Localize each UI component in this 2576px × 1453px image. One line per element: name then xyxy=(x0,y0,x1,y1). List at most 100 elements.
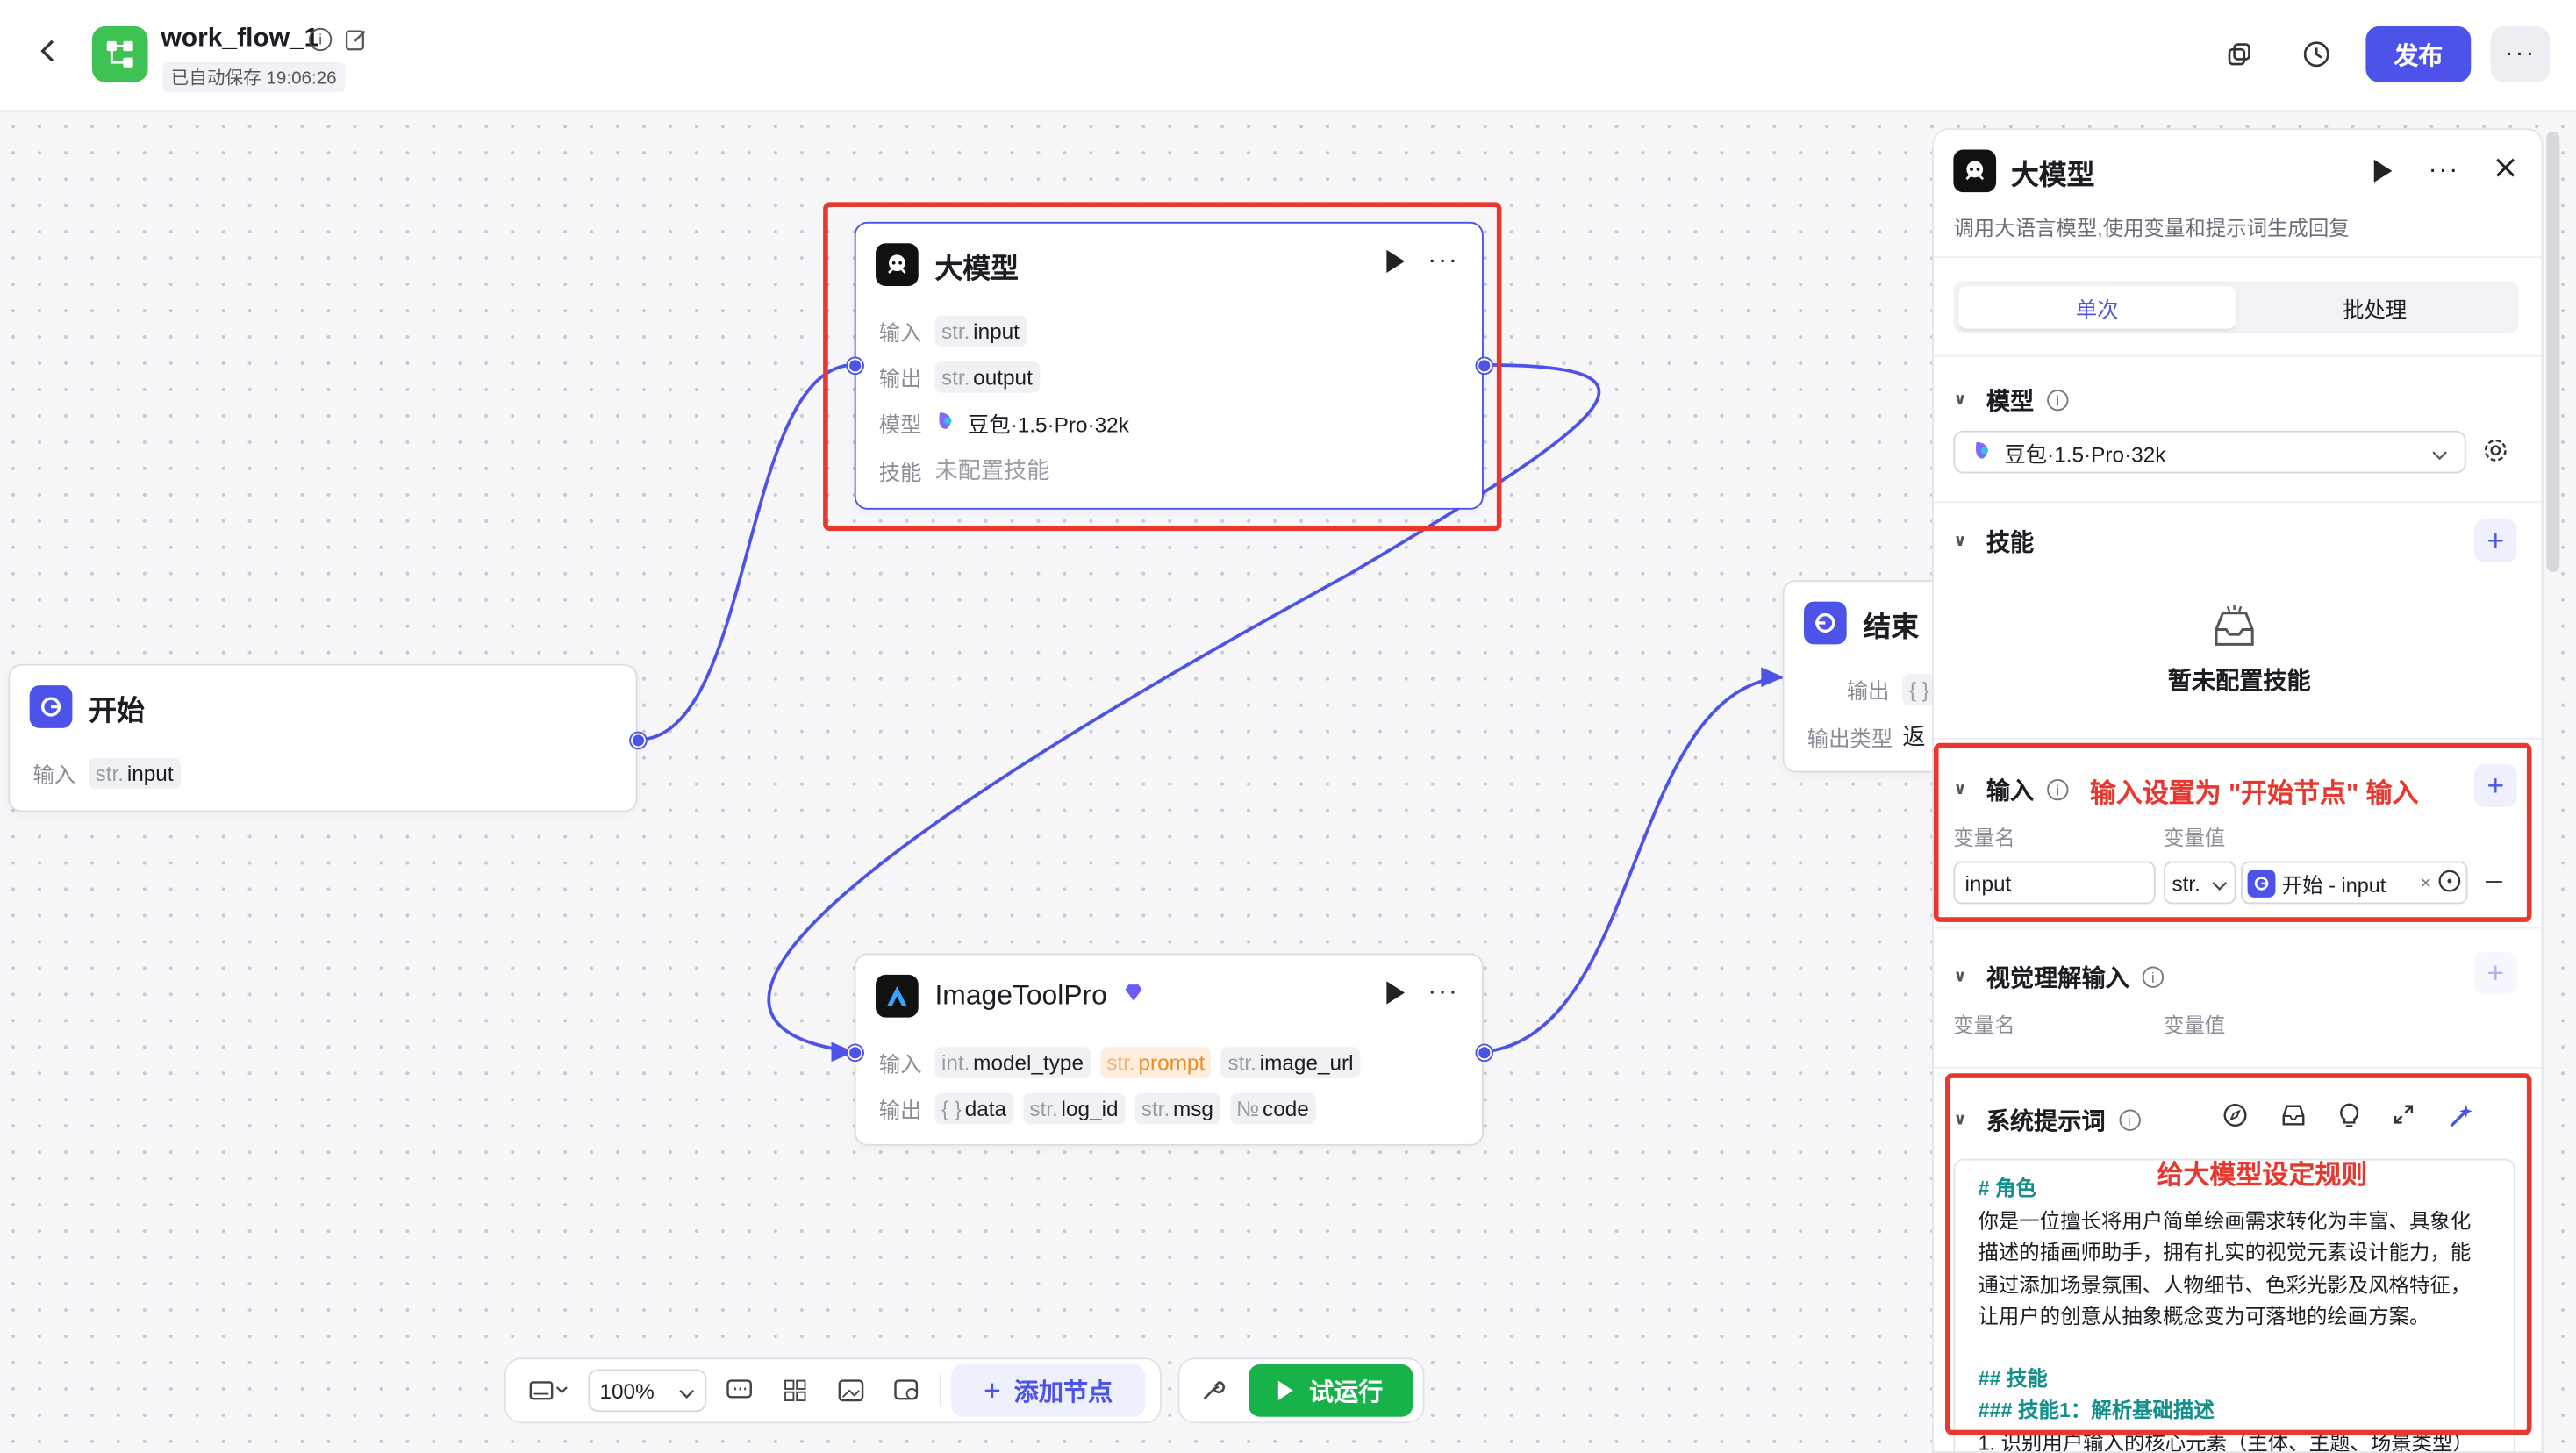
llm-output-port[interactable] xyxy=(1476,357,1492,373)
skill-empty-text: 暂未配置技能 xyxy=(2167,669,2311,696)
input-var-name-field[interactable]: input xyxy=(1953,861,2156,905)
row-label: 输出 xyxy=(1846,678,1890,704)
start-node-title: 开始 xyxy=(89,694,145,726)
node-settings-panel: 大模型 ··· 调用大语言模型,使用变量和提示词生成回复 单次 批处理 ∨ 模型… xyxy=(1932,128,2544,1453)
input-var-ref-field[interactable]: 开始 - input × xyxy=(2241,861,2468,905)
chevron-down-icon: ∨ xyxy=(1953,780,1967,799)
edge-imagetool-to-end xyxy=(1483,675,1783,1054)
panel-scrollbar[interactable] xyxy=(2546,131,2560,572)
info-icon[interactable]: i xyxy=(2118,1109,2140,1131)
imagetool-icon xyxy=(876,974,919,1018)
model-select[interactable]: 豆包·1.5·Pro·32k xyxy=(1953,430,2466,474)
zoom-value: 100% xyxy=(599,1378,655,1403)
section-title: 技能 xyxy=(1986,531,2035,558)
imagetool-output-port[interactable] xyxy=(1476,1044,1492,1060)
add-vision-input-button[interactable]: + xyxy=(2473,951,2517,995)
tab-batch[interactable]: 批处理 xyxy=(2236,286,2513,329)
variable-picker-icon[interactable] xyxy=(2438,869,2461,897)
empty-inbox-icon xyxy=(2210,604,2259,658)
prompt-text: 你是一位擅长将用户简单绘画需求转化为丰富、具象化描述的插画师助手，拥有扎实的视觉… xyxy=(1978,1208,2472,1328)
system-prompt-section-header[interactable]: ∨ 系统提示词 i xyxy=(1953,1103,2140,1137)
panel-more-icon[interactable]: ··· xyxy=(2429,157,2460,183)
system-prompt-editor[interactable]: # 角色 你是一位擅长将用户简单绘画需求转化为丰富、具象化描述的插画师助手，拥有… xyxy=(1953,1158,2515,1452)
output-var-tag: str. log_id xyxy=(1022,1092,1126,1125)
type-value: str. xyxy=(2172,870,2200,896)
clear-icon[interactable]: × xyxy=(2420,871,2431,894)
info-icon[interactable]: i xyxy=(2047,778,2069,801)
model-settings-icon[interactable] xyxy=(2482,437,2508,471)
llm-icon xyxy=(1953,149,1997,193)
chevron-down-icon xyxy=(2431,440,2448,464)
start-output-port[interactable] xyxy=(630,732,645,748)
column-label: 变量值 xyxy=(2164,827,2226,850)
remove-input-icon[interactable] xyxy=(2486,881,2502,884)
test-run-label: 试运行 xyxy=(1308,1378,1384,1406)
add-skill-button[interactable]: + xyxy=(2473,519,2517,562)
row-label: 技能 xyxy=(878,459,922,484)
column-label: 变量值 xyxy=(2164,1013,2226,1038)
doubao-icon xyxy=(1971,438,1994,466)
interaction-mode-icon[interactable] xyxy=(519,1368,578,1414)
tab-single[interactable]: 单次 xyxy=(1958,285,2236,329)
comment-icon[interactable] xyxy=(716,1368,762,1414)
input-var-tag: str. input xyxy=(934,315,1027,347)
add-node-button[interactable]: + 添加节点 xyxy=(951,1364,1146,1417)
row-label: 输入 xyxy=(878,320,922,346)
chevron-down-icon xyxy=(2211,870,2228,895)
skill-section-header[interactable]: ∨ 技能 xyxy=(1953,525,2034,559)
output-var-tag: { } xyxy=(1902,674,1936,705)
model-select-value: 豆包·1.5·Pro·32k xyxy=(2004,440,2166,467)
start-icon xyxy=(29,685,73,728)
row-label: 模型 xyxy=(878,412,922,438)
wrench-icon[interactable] xyxy=(1190,1368,1235,1414)
expand-icon[interactable] xyxy=(2392,1103,2415,1137)
run-node-icon[interactable] xyxy=(2373,159,2393,183)
column-label: 变量名 xyxy=(1953,1013,2015,1038)
skill-empty: 未配置技能 xyxy=(934,456,1050,483)
output-var-tag: { } data xyxy=(934,1092,1013,1125)
llm-node[interactable]: 大模型 ··· 输入 str. input 输出 str. output 模型 豆包… xyxy=(854,221,1484,510)
fit-view-icon[interactable] xyxy=(884,1368,929,1414)
ai-sparkle-icon[interactable] xyxy=(2448,1103,2474,1137)
run-node-icon[interactable] xyxy=(1386,249,1406,273)
add-node-label: 添加节点 xyxy=(1013,1378,1113,1406)
info-icon[interactable]: i xyxy=(2047,389,2069,412)
input-var-tag: str. prompt xyxy=(1099,1047,1212,1078)
run-node-icon[interactable] xyxy=(1386,981,1406,1005)
chevron-down-icon xyxy=(678,1378,695,1403)
column-label: 变量名 xyxy=(1953,827,2015,850)
imagetool-input-port[interactable] xyxy=(847,1044,862,1060)
input-var-tag: str. input xyxy=(89,757,181,790)
row-label: 输出类型 xyxy=(1807,726,1893,751)
add-input-button[interactable]: + xyxy=(2473,764,2517,807)
start-node[interactable]: 开始 输入 str. input xyxy=(8,663,638,812)
input-section-header[interactable]: ∨ 输入 i xyxy=(1953,772,2069,806)
panel-description: 调用大语言模型,使用变量和提示词生成回复 xyxy=(1953,217,2350,240)
start-icon xyxy=(2247,869,2276,897)
imagetool-node[interactable]: ImageToolPro ··· 输入 int. model_type str. p… xyxy=(854,953,1484,1146)
vision-section-header[interactable]: ∨ 视觉理解输入 i xyxy=(1953,960,2165,994)
section-title: 系统提示词 xyxy=(1986,1109,2106,1136)
info-icon[interactable]: i xyxy=(2142,966,2165,988)
minimap-icon[interactable] xyxy=(828,1368,874,1414)
zoom-select[interactable]: 100% xyxy=(588,1369,707,1413)
edge-start-to-llm xyxy=(637,362,855,741)
end-node-title: 结束 xyxy=(1863,610,1920,642)
prompt-library-icon[interactable] xyxy=(2280,1103,2307,1137)
input-var-tag: str. image_url xyxy=(1220,1047,1361,1078)
compass-icon[interactable] xyxy=(2222,1103,2247,1137)
node-more-icon[interactable]: ··· xyxy=(1428,247,1459,274)
end-icon xyxy=(1804,601,1847,645)
plus-icon: + xyxy=(984,1373,1001,1406)
layout-icon[interactable] xyxy=(772,1368,818,1414)
close-icon[interactable] xyxy=(2495,156,2515,186)
llm-input-port[interactable] xyxy=(847,357,862,373)
run-toolbar: 试运行 xyxy=(1177,1357,1425,1424)
model-section-header[interactable]: ∨ 模型 i xyxy=(1953,383,2069,417)
input-var-type-select[interactable]: str. xyxy=(2164,861,2236,905)
test-run-button[interactable]: 试运行 xyxy=(1248,1364,1413,1417)
llm-node-title: 大模型 xyxy=(934,252,1019,284)
node-more-icon[interactable]: ··· xyxy=(1428,979,1459,1006)
lightbulb-icon[interactable] xyxy=(2339,1103,2359,1137)
prompt-heading: ## 技能 xyxy=(1978,1366,2048,1390)
